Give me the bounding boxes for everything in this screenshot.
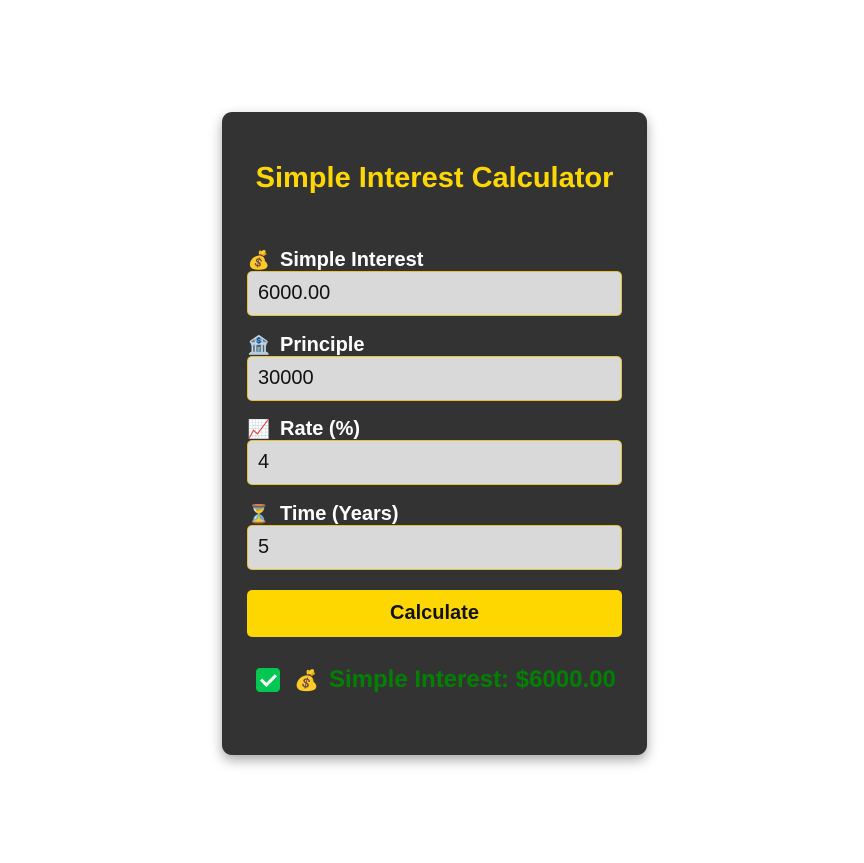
rate-label: 📈 Rate (%) bbox=[247, 418, 622, 440]
check-icon bbox=[256, 668, 280, 692]
rate-field: 📈 Rate (%) bbox=[247, 418, 622, 485]
principle-label: 🏦 Principle bbox=[247, 334, 622, 356]
result-line: 💰 Simple Interest: $6000.00 bbox=[256, 665, 616, 695]
chart-increasing-icon: 📈 bbox=[247, 419, 271, 439]
simple-interest-input[interactable] bbox=[247, 271, 622, 316]
money-bag-icon: 💰 bbox=[294, 669, 319, 692]
bank-icon: 🏦 bbox=[247, 335, 271, 355]
time-input[interactable] bbox=[247, 525, 622, 570]
page-title: Simple Interest Calculator bbox=[255, 162, 614, 194]
simple-interest-label: 💰 Simple Interest bbox=[247, 249, 622, 271]
money-bag-icon: 💰 bbox=[247, 250, 271, 270]
principle-field: 🏦 Principle bbox=[247, 334, 622, 401]
time-label-text: Time (Years) bbox=[280, 503, 399, 525]
hourglass-icon: ⏳ bbox=[247, 504, 271, 524]
calculate-button[interactable]: Calculate bbox=[247, 590, 622, 637]
time-label: ⏳ Time (Years) bbox=[247, 503, 622, 525]
rate-input[interactable] bbox=[247, 440, 622, 485]
principle-input[interactable] bbox=[247, 356, 622, 401]
principle-label-text: Principle bbox=[280, 334, 365, 356]
calculator-card: Simple Interest Calculator 💰 Simple Inte… bbox=[222, 112, 647, 755]
rate-label-text: Rate (%) bbox=[280, 418, 361, 440]
simple-interest-label-text: Simple Interest bbox=[280, 249, 424, 271]
simple-interest-field: 💰 Simple Interest bbox=[247, 249, 622, 316]
result-text: Simple Interest: $6000.00 bbox=[329, 666, 616, 693]
time-field: ⏳ Time (Years) bbox=[247, 503, 622, 570]
